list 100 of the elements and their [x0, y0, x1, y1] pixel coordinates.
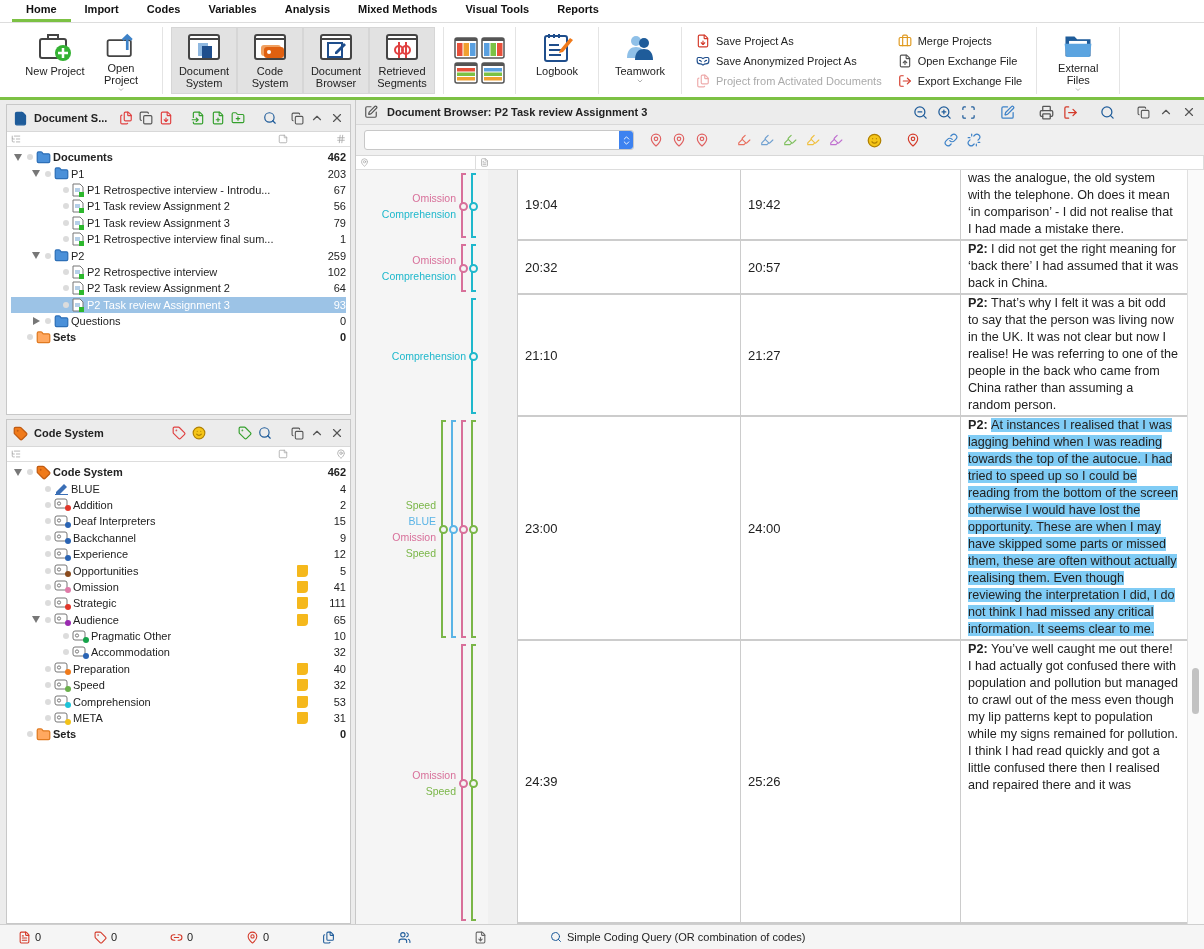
ribbon-button[interactable]: Retrieved Segments — [369, 27, 435, 94]
coding-bracket[interactable] — [458, 420, 468, 638]
coding-bracket[interactable] — [468, 420, 478, 638]
close-icon[interactable] — [1182, 105, 1196, 119]
search-icon[interactable] — [550, 931, 562, 943]
coding-bracket[interactable] — [468, 644, 478, 921]
file-import-icon[interactable] — [191, 111, 206, 125]
expand-triangle-icon[interactable] — [32, 170, 40, 178]
link-add-icon[interactable] — [944, 133, 958, 147]
menu-tab[interactable]: Codes — [132, 3, 195, 22]
ribbon-button[interactable]: Code System — [237, 27, 303, 94]
document-pen-icon[interactable] — [364, 105, 378, 119]
code-select-field[interactable] — [364, 130, 634, 150]
undock-icon[interactable] — [291, 426, 304, 440]
undock-icon[interactable] — [291, 111, 304, 125]
file-upload-icon[interactable] — [897, 53, 912, 68]
tree-item[interactable]: P1 Retrospective interview - Introdu... 67 — [11, 181, 346, 199]
layout-icon[interactable] — [481, 37, 505, 59]
coding-bracket[interactable] — [458, 244, 468, 292]
ribbon-button[interactable]: Open Project — [88, 27, 154, 94]
caret-icon[interactable] — [636, 77, 644, 85]
file-download-icon[interactable] — [474, 930, 487, 944]
briefcase-plus-icon[interactable] — [38, 32, 72, 62]
tree-item[interactable]: Experience 12 — [11, 545, 346, 563]
tree-item[interactable]: Pragmatic Other 10 — [11, 627, 346, 645]
coding-bracket[interactable] — [468, 298, 478, 414]
briefcase-icon[interactable] — [897, 33, 912, 48]
tree-item[interactable]: Accommodation 32 — [11, 644, 346, 661]
coding-bracket[interactable] — [448, 420, 458, 638]
tag-icon[interactable] — [13, 425, 28, 441]
window-code-icon[interactable] — [385, 32, 419, 62]
documents-icon[interactable] — [322, 930, 335, 944]
search-icon[interactable] — [1100, 104, 1115, 120]
file-filter-icon[interactable] — [159, 111, 174, 125]
window-tag-icon[interactable] — [253, 32, 287, 62]
tree-item[interactable]: Deaf Interpreters 15 — [11, 513, 346, 530]
coding-bracket[interactable] — [468, 244, 478, 292]
expand-triangle-icon[interactable] — [14, 153, 22, 161]
layout-icon[interactable] — [481, 62, 505, 84]
menu-tab[interactable]: Visual Tools — [451, 3, 544, 22]
tree-item[interactable]: META 31 — [11, 709, 346, 727]
code-pin-icon[interactable] — [649, 133, 663, 147]
tree-item[interactable]: Strategic 111 — [11, 595, 346, 612]
edit-icon[interactable] — [1000, 104, 1015, 120]
ribbon-button[interactable]: External Files — [1045, 27, 1112, 94]
tag-plus-icon[interactable] — [238, 426, 253, 440]
code-pins-plus-icon[interactable] — [695, 133, 709, 147]
menu-tab[interactable]: Mixed Methods — [344, 3, 452, 22]
window-pen-icon[interactable] — [319, 32, 353, 62]
tree-item[interactable]: Questions 0 — [11, 312, 346, 330]
ribbon-button[interactable]: Document System — [171, 27, 237, 94]
users-icon[interactable] — [398, 930, 411, 944]
tag-icon[interactable] — [94, 930, 107, 944]
close-icon[interactable] — [330, 426, 344, 440]
menu-tab[interactable]: Analysis — [270, 3, 344, 22]
tree-item[interactable]: Sets 0 — [11, 329, 346, 346]
coding-bracket[interactable] — [438, 420, 448, 638]
expand-triangle-icon[interactable] — [14, 468, 22, 476]
tag-icon[interactable] — [171, 426, 186, 440]
file-plus-icon[interactable] — [211, 111, 226, 125]
fit-icon[interactable] — [961, 104, 976, 120]
tree-item[interactable]: P1 203 — [11, 165, 346, 182]
undock-icon[interactable] — [1137, 105, 1150, 119]
tree-item[interactable]: Preparation 40 — [11, 660, 346, 678]
menu-tab[interactable]: Variables — [194, 3, 271, 22]
close-icon[interactable] — [330, 111, 344, 125]
collapse-triangle-icon[interactable] — [32, 317, 40, 326]
search-icon[interactable] — [258, 426, 273, 440]
coding-bracket[interactable] — [458, 173, 468, 238]
ribbon-button[interactable]: New Project — [22, 27, 88, 94]
highlighter-icon[interactable] — [829, 133, 843, 147]
tree-item[interactable]: Omission 41 — [11, 578, 346, 596]
ribbon-button[interactable]: Merge Projects — [897, 30, 1023, 51]
scrollbar[interactable] — [1187, 170, 1204, 924]
menu-tab[interactable]: Import — [70, 3, 133, 22]
tree-item[interactable]: Speed 32 — [11, 677, 346, 694]
layout-icon[interactable] — [454, 62, 478, 84]
menu-tab[interactable]: Reports — [543, 3, 613, 22]
window-document-icon[interactable] — [187, 32, 221, 62]
document-icon[interactable] — [18, 930, 31, 944]
query-label[interactable]: Simple Coding Query (OR combination of codes) — [567, 931, 806, 943]
tree-item[interactable]: P2 259 — [11, 247, 346, 264]
caret-icon[interactable] — [117, 85, 125, 93]
unlink-icon[interactable] — [967, 133, 981, 147]
tree-item[interactable]: P1 Task review Assignment 3 79 — [11, 214, 346, 231]
printer-icon[interactable] — [1039, 104, 1054, 120]
documents-icon[interactable] — [119, 111, 134, 125]
tree-item[interactable]: P2 Task review Assignment 2 64 — [11, 280, 346, 297]
menu-tab[interactable]: Home — [12, 3, 71, 22]
ribbon-button[interactable]: Save Anonymized Project As — [696, 50, 882, 71]
layout-icon[interactable] — [454, 37, 478, 59]
ribbon-button[interactable]: Export Exchange File — [897, 70, 1023, 91]
tree-item[interactable]: P1 Task review Assignment 2 56 — [11, 198, 346, 215]
tree-item[interactable]: Code System 462 — [11, 464, 346, 481]
tree-item[interactable]: Addition 2 — [11, 496, 346, 514]
tree-item[interactable]: Comprehension 53 — [11, 693, 346, 710]
expand-triangle-icon[interactable] — [32, 616, 40, 624]
export-icon[interactable] — [897, 73, 912, 88]
ribbon-button[interactable]: Open Exchange File — [897, 50, 1023, 71]
tree-item[interactable]: P1 Retrospective interview final sum... 1 — [11, 230, 346, 248]
